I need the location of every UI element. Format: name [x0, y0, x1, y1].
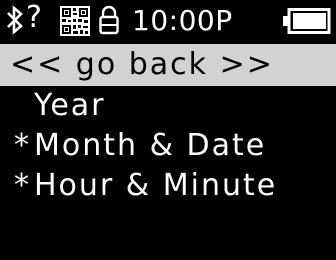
menu-item-go-back[interactable]: << go back >>: [0, 44, 336, 86]
lock-icon: [99, 5, 119, 35]
menu-item-month-date[interactable]: * Month & Date: [0, 126, 336, 166]
qr-code-icon: [60, 6, 90, 36]
status-bar: ? 10:00P: [0, 0, 336, 42]
menu-item-marker: *: [14, 128, 29, 163]
menu-item-year[interactable]: Year: [0, 86, 336, 126]
bluetooth-icon: [7, 5, 23, 35]
clock-time: 10:00P: [132, 4, 233, 37]
settings-menu: << go back >> Year * Month & Date * Hour &…: [0, 44, 336, 206]
question-mark-icon: ?: [26, 0, 42, 35]
menu-item-hour-minute[interactable]: * Hour & Minute: [0, 166, 336, 206]
battery-icon: [283, 8, 331, 34]
menu-item-label: << go back >>: [10, 47, 274, 82]
menu-item-label: Hour & Minute: [34, 168, 278, 203]
device-screen: ? 10:00P << go back >> Year * Month & Da…: [0, 0, 336, 260]
menu-item-label: Month & Date: [34, 128, 267, 163]
menu-item-marker: *: [14, 168, 29, 203]
menu-item-label: Year: [34, 88, 106, 123]
